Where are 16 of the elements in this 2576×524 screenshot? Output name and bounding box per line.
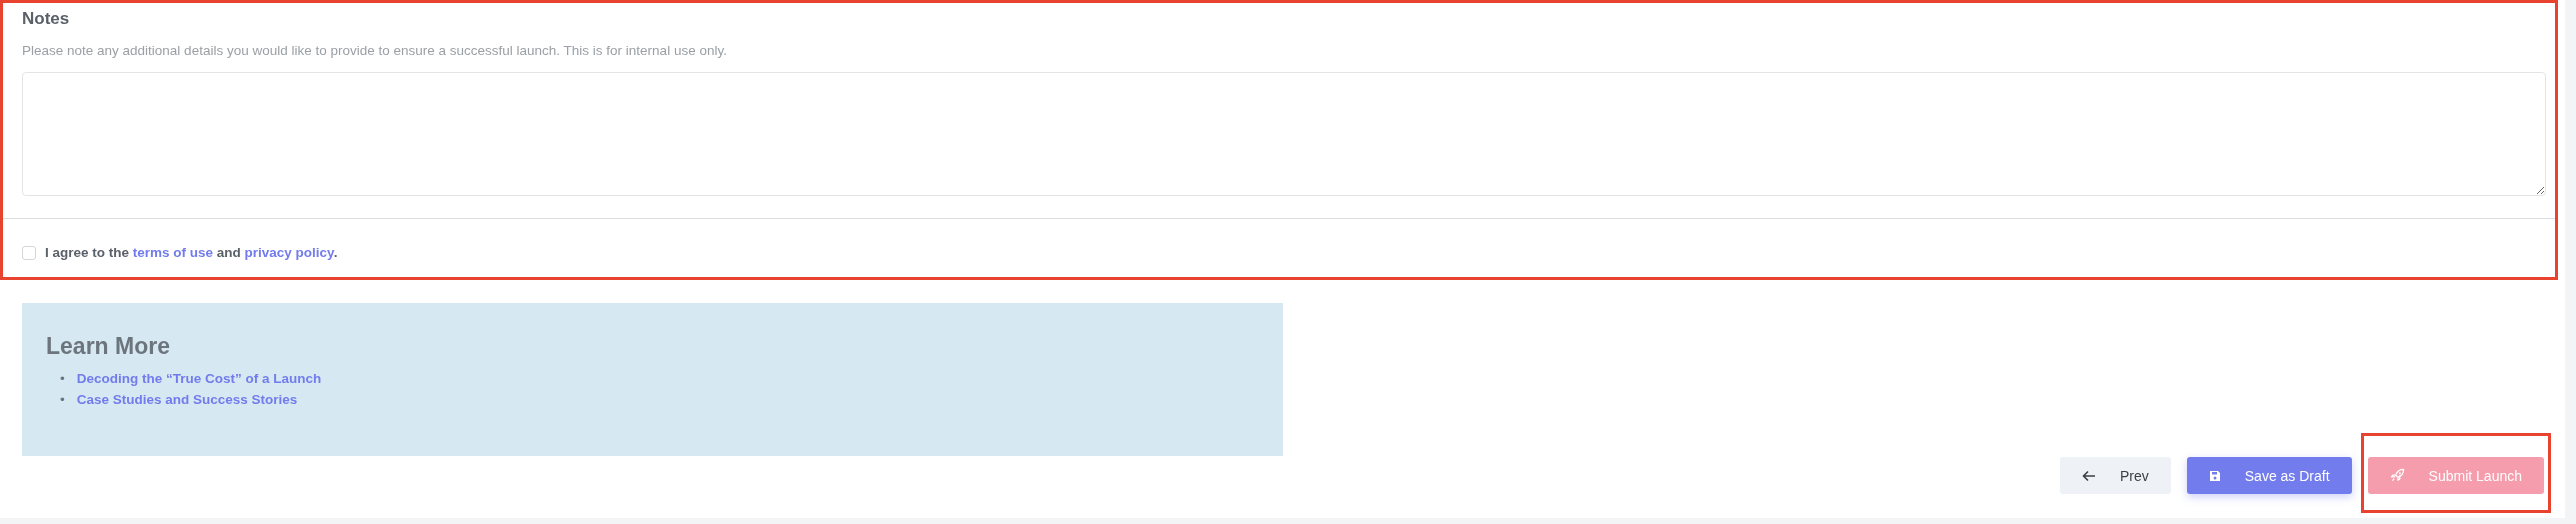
agree-checkbox[interactable] [22, 245, 36, 260]
notes-field[interactable] [22, 72, 2546, 196]
article-link[interactable]: Case Studies and Success Stories [76, 389, 298, 410]
privacy-link[interactable]: privacy policy [244, 245, 334, 260]
rocket-icon [2389, 468, 2405, 483]
article-link[interactable]: Decoding the “True Cost” of a Launch [76, 368, 322, 389]
section-description: Please note any additional details you would like to provide to ensure a successful launch. This is for internal use only. [22, 42, 728, 60]
arrow-left-icon [2081, 469, 2096, 482]
bullet: • [60, 370, 65, 388]
prev-button[interactable]: Prev [2059, 457, 2171, 494]
terms-link[interactable]: terms of use [132, 245, 214, 260]
section-title: Notes [22, 8, 71, 30]
bullet: • [60, 391, 65, 409]
agreement-text: I agree to the terms of use and privacy policy. [45, 245, 338, 260]
learn-more-title: Learn More [46, 333, 171, 360]
save-draft-button[interactable]: Save as Draft [2186, 457, 2352, 494]
